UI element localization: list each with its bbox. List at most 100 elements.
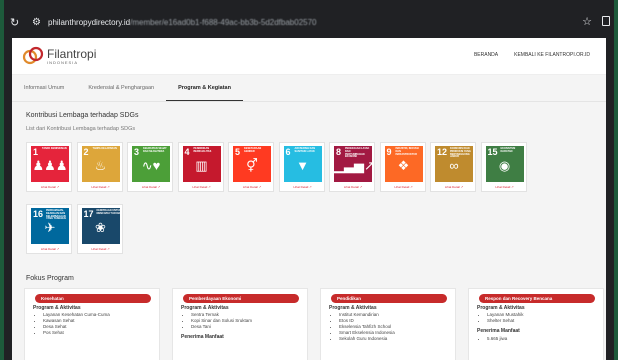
sdg-goal-icon: ◉ bbox=[498, 158, 511, 173]
sdg-number: 1 bbox=[33, 147, 39, 157]
sdg-tile-6: 6 AIR BERSIH DAN SANITASI LAYAK ▼ bbox=[283, 146, 322, 182]
sdg-tile-2: 2 TANPA KELAPARAN ♨ bbox=[81, 146, 120, 182]
sdg-card-15[interactable]: 15 EKOSISTEM DARATAN ◉ Lihat Detail ↗ bbox=[480, 142, 528, 192]
sdg-goal-icon: ❖ bbox=[397, 158, 410, 173]
logo-name: Filantropi bbox=[47, 46, 97, 61]
bookmark-star-icon[interactable]: ☆ bbox=[582, 15, 592, 28]
focus-list-item: Shelter Sehat bbox=[487, 318, 524, 324]
sdg-card-17[interactable]: 17 KEMITRAAN UNTUK MENCAPAI TUJUAN ❀ Lihat … bbox=[76, 204, 124, 254]
focus-subtitle: Program & Aktivitas bbox=[329, 305, 377, 311]
web-page: Filantropi INDONESIA BERANDA KEMBALI KE … bbox=[12, 38, 606, 360]
sdg-card-5[interactable]: 5 KESETARAAN GENDER ⚥ Lihat Detail ↗ bbox=[228, 142, 274, 192]
focus-list-item: Desa Tani bbox=[191, 324, 252, 330]
sdg-card-16[interactable]: 16 PERDAMAIAN, KEADILAN DAN KELEMBAGAAN Y… bbox=[26, 204, 72, 254]
sdg-goal-icon: ▥ bbox=[195, 158, 208, 173]
sdg-label: PENDIDIKAN BERKUALITAS bbox=[193, 147, 212, 153]
focus-subtitle-2: Penerima Manfaat bbox=[181, 334, 224, 340]
sdg-detail-link[interactable]: Lihat Detail ↗ bbox=[27, 247, 73, 251]
sdg-tile-15: 15 EKOSISTEM DARATAN ◉ bbox=[485, 146, 524, 182]
sdg-number: 2 bbox=[83, 147, 89, 157]
sdg-tile-17: 17 KEMITRAAN UNTUK MENCAPAI TUJUAN ❀ bbox=[81, 208, 121, 244]
sdg-detail-link[interactable]: Lihat Detail ↗ bbox=[381, 185, 427, 189]
nav-kembali[interactable]: KEMBALI KE FILANTROPI.OR.ID bbox=[514, 52, 590, 58]
focus-tag: Pemberdayaan Ekonomi bbox=[183, 294, 299, 303]
focus-list-2: 5.665 jiwa bbox=[477, 336, 507, 342]
focus-list: Sentra TernakKopi Sinar dan Solusi Srukt… bbox=[181, 312, 252, 330]
sdg-label: INDUSTRI, INOVASI DAN INFRASTRUKTUR bbox=[395, 147, 419, 156]
sdg-label: TANPA KEMISKINAN bbox=[42, 147, 67, 150]
sdg-card-12[interactable]: 12 KONSUMSI DAN PRODUKSI YANG BERTANGGUNG… bbox=[430, 142, 476, 192]
sdg-label: AIR BERSIH DAN SANITASI LAYAK bbox=[294, 147, 316, 153]
sdg-number: 4 bbox=[184, 147, 190, 157]
sdg-card-2[interactable]: 2 TANPA KELAPARAN ♨ Lihat Detail ↗ bbox=[76, 142, 124, 192]
site-header: Filantropi INDONESIA BERANDA KEMBALI KE … bbox=[12, 38, 606, 75]
address-bar[interactable]: ↻ ⚙ philanthropydirectory.id /member/e16… bbox=[4, 9, 614, 35]
url-host[interactable]: philanthropydirectory.id bbox=[48, 18, 130, 27]
sdg-goal-icon: ▼ bbox=[296, 158, 309, 173]
sdg-detail-link[interactable]: Lihat Detail ↗ bbox=[280, 185, 326, 189]
sdg-card-3[interactable]: 3 KEHIDUPAN SEHAT DAN SEJAHTERA ∿♥ Lihat De… bbox=[127, 142, 173, 192]
sdg-number: 17 bbox=[83, 209, 94, 219]
sdg-goal-icon: ⚥ bbox=[246, 158, 258, 173]
sdg-number: 8 bbox=[336, 147, 342, 157]
sdg-detail-link[interactable]: Lihat Detail ↗ bbox=[78, 185, 124, 189]
site-info-icon[interactable]: ⚙ bbox=[32, 17, 44, 28]
extension-icon[interactable] bbox=[602, 16, 610, 26]
focus-card: Kesehatan Program & AktivitasLayanan Kese… bbox=[24, 288, 160, 360]
sdg-detail-link[interactable]: Lihat Detail ↗ bbox=[78, 247, 124, 251]
focus-list-item: Pos Sehat bbox=[43, 330, 110, 336]
sdg-detail-link[interactable]: Lihat Detail ↗ bbox=[179, 185, 225, 189]
sdg-label: KEHIDUPAN SEHAT DAN SEJAHTERA bbox=[143, 147, 167, 153]
focus-tag: Kesehatan bbox=[35, 294, 151, 303]
focus-list: Institut KemandirianEtos IDEkselensia Ta… bbox=[329, 312, 395, 342]
sdg-label: KEMITRAAN UNTUK MENCAPAI TUJUAN bbox=[96, 209, 121, 215]
sdg-detail-link[interactable]: Lihat Detail ↗ bbox=[482, 185, 528, 189]
focus-subtitle: Program & Aktivitas bbox=[33, 305, 81, 311]
focus-subtitle-2: Penerima Manfaat bbox=[477, 328, 520, 334]
profile-tabs: Informasi Umum Kredensial & Penghargaan … bbox=[12, 75, 606, 102]
sdg-card-6[interactable]: 6 AIR BERSIH DAN SANITASI LAYAK ▼ Lihat Det… bbox=[278, 142, 326, 192]
sdg-number: 3 bbox=[134, 147, 140, 157]
logo-sub: INDONESIA bbox=[47, 59, 79, 65]
top-nav: BERANDA KEMBALI KE FILANTROPI.OR.ID bbox=[474, 52, 590, 58]
focus-card: Respon dan Recovery Bencana Program & Akt… bbox=[468, 288, 604, 360]
focus-list-item: 5.665 jiwa bbox=[487, 336, 507, 342]
sdg-tile-3: 3 KEHIDUPAN SEHAT DAN SEJAHTERA ∿♥ bbox=[132, 146, 170, 182]
sdg-detail-link[interactable]: Lihat Detail ↗ bbox=[330, 185, 376, 189]
sdg-tile-12: 12 KONSUMSI DAN PRODUKSI YANG BERTANGGUNG… bbox=[435, 146, 473, 182]
sdg-detail-link[interactable]: Lihat Detail ↗ bbox=[229, 185, 275, 189]
sdg-number: 12 bbox=[437, 147, 448, 157]
sdg-card-4[interactable]: 4 PENDIDIKAN BERKUALITAS ▥ Lihat Detail ↗ bbox=[177, 142, 225, 192]
sdg-goal-icon: ❀ bbox=[95, 220, 106, 235]
focus-list: Layanan Kesehatan Cuma-CumaKawasan Sehat… bbox=[33, 312, 110, 336]
sdg-goal-icon: ✈ bbox=[44, 220, 56, 235]
focus-card: Pemberdayaan Ekonomi Program & AktivitasS… bbox=[172, 288, 308, 360]
url-path[interactable]: /member/e16ad0b1-f688-49ac-bb3b-5d2dfbab… bbox=[130, 18, 316, 27]
sdg-goal-icon: ∞ bbox=[449, 158, 459, 173]
nav-beranda[interactable]: BERANDA bbox=[474, 52, 498, 58]
sdg-tile-4: 4 PENDIDIKAN BERKUALITAS ▥ bbox=[182, 146, 221, 182]
sdg-detail-link[interactable]: Lihat Detail ↗ bbox=[27, 185, 73, 189]
tab-kredensial[interactable]: Kredensial & Penghargaan bbox=[76, 75, 166, 101]
sdg-tile-9: 9 INDUSTRI, INOVASI DAN INFRASTRUKTUR ❖ bbox=[384, 146, 423, 182]
sdg-number: 5 bbox=[235, 147, 241, 157]
sdg-number: 6 bbox=[285, 147, 291, 157]
sdg-card-1[interactable]: 1 TANPA KEMISKINAN ♟♟♟ Lihat Detail ↗ bbox=[26, 142, 72, 192]
sdg-number: 9 bbox=[386, 147, 392, 157]
focus-subtitle: Program & Aktivitas bbox=[181, 305, 229, 311]
sdg-card-9[interactable]: 9 INDUSTRI, INOVASI DAN INFRASTRUKTUR ❖ Lih… bbox=[379, 142, 427, 192]
sdg-number: 15 bbox=[487, 147, 498, 157]
sdg-detail-link[interactable]: Lihat Detail ↗ bbox=[128, 185, 174, 189]
focus-card: Pendidikan Program & AktivitasInstitut Ke… bbox=[320, 288, 456, 360]
filantropi-logo-icon[interactable] bbox=[22, 45, 44, 67]
logo-text: Filantropi INDONESIA bbox=[47, 48, 96, 65]
reload-icon[interactable]: ↻ bbox=[10, 16, 20, 29]
sdg-detail-link[interactable]: Lihat Detail ↗ bbox=[431, 185, 477, 189]
sdg-tile-5: 5 KESETARAAN GENDER ⚥ bbox=[233, 146, 271, 182]
tab-program-kegiatan[interactable]: Program & Kegiatan bbox=[166, 75, 243, 101]
focus-subtitle: Program & Aktivitas bbox=[477, 305, 525, 311]
sdg-tile-1: 1 TANPA KEMISKINAN ♟♟♟ bbox=[31, 146, 69, 182]
tab-informasi-umum[interactable]: Informasi Umum bbox=[12, 75, 76, 101]
sdg-number: 16 bbox=[33, 209, 44, 219]
sdg-card-8[interactable]: 8 PEKERJAAN LAYAK DAN PERTUMBUHAN EKONOMI… bbox=[329, 142, 375, 192]
